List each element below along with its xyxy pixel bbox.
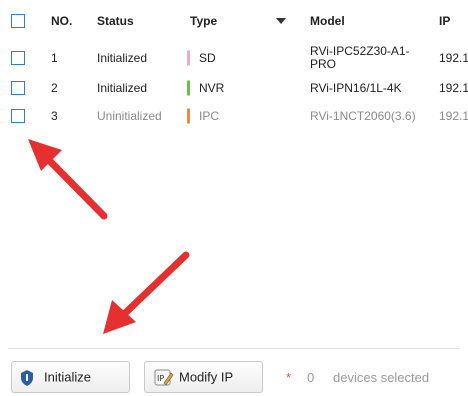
row-status: Initialized xyxy=(97,81,148,95)
column-model-header[interactable]: Model xyxy=(310,14,345,28)
table-row[interactable]: 1 Initialized SD RVi-IPC52Z30-A1- PRO 19… xyxy=(0,40,468,76)
row-model: RVi-IPC52Z30-A1- PRO xyxy=(310,45,410,71)
selected-count: 0 xyxy=(307,370,315,385)
ip-edit-icon: IP xyxy=(154,369,174,386)
select-all-checkbox[interactable] xyxy=(11,14,25,28)
row-type: SD xyxy=(199,51,216,65)
row-type: NVR xyxy=(199,81,225,95)
shield-icon xyxy=(21,370,33,386)
column-ip-header[interactable]: IP xyxy=(439,14,450,28)
row-no: 1 xyxy=(51,51,58,65)
svg-text:IP: IP xyxy=(157,374,164,383)
table-header: NO. Status Type Model IP xyxy=(0,6,468,36)
column-status-header[interactable]: Status xyxy=(97,14,134,28)
red-arrow-icon xyxy=(103,251,190,334)
row-status: Uninitialized xyxy=(97,109,162,123)
type-color-bar xyxy=(187,50,190,66)
initialize-label: Initialize xyxy=(44,369,91,385)
row-model: RVi-IPN16/1L-4K xyxy=(310,81,402,95)
row-ip: 192.1 xyxy=(439,109,468,123)
initialize-button[interactable]: Initialize xyxy=(11,361,130,393)
type-color-bar xyxy=(187,80,190,96)
sort-down-icon[interactable] xyxy=(276,18,286,24)
row-model-line2: PRO xyxy=(310,57,337,71)
row-model-line1: RVi-IPC52Z30-A1- xyxy=(310,44,410,58)
row-status: Initialized xyxy=(97,51,148,65)
modify-ip-label: Modify IP xyxy=(179,369,234,385)
row-ip: 192.1 xyxy=(439,51,468,65)
row-model: RVi-1NCT2060(3.6) xyxy=(310,109,416,123)
column-type-header[interactable]: Type xyxy=(190,14,217,28)
row-checkbox[interactable] xyxy=(11,109,25,123)
row-ip: 192.1 xyxy=(439,81,468,95)
type-color-bar xyxy=(187,108,190,124)
row-checkbox[interactable] xyxy=(11,81,25,95)
column-no-header[interactable]: NO. xyxy=(51,14,72,28)
footer-divider xyxy=(8,348,460,349)
row-no: 3 xyxy=(51,109,58,123)
modify-ip-button[interactable]: IP Modify IP xyxy=(144,361,263,393)
table-row[interactable]: 3 Uninitialized IPC RVi-1NCT2060(3.6) 19… xyxy=(0,102,468,130)
required-star: * xyxy=(286,370,292,385)
row-no: 2 xyxy=(51,81,58,95)
row-checkbox[interactable] xyxy=(11,51,25,65)
row-type: IPC xyxy=(199,109,220,123)
red-arrow-icon xyxy=(28,139,108,220)
selected-text: devices selected xyxy=(333,370,430,385)
table-row[interactable]: 2 Initialized NVR RVi-IPN16/1L-4K 192.1 xyxy=(0,76,468,100)
